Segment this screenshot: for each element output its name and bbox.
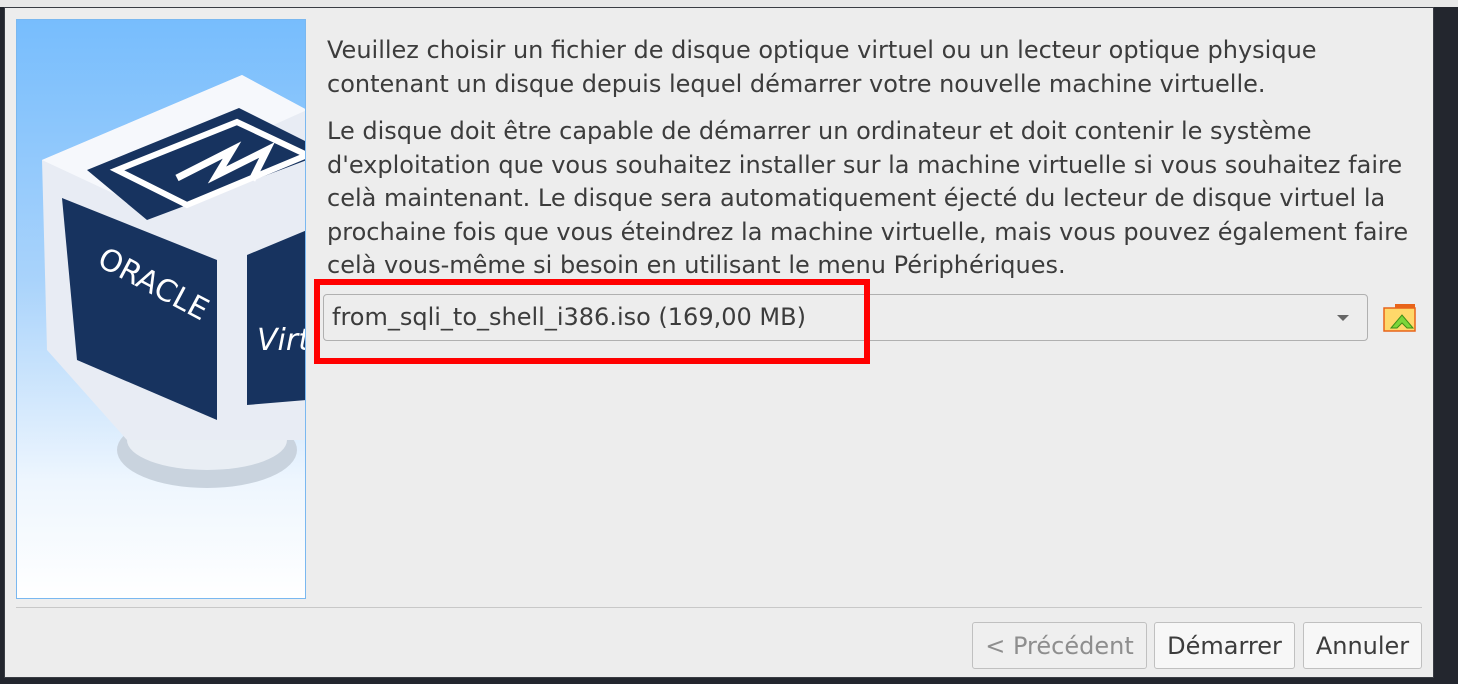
explanation-text: Le disque doit être capable de démarrer … — [327, 117, 1409, 279]
separator — [16, 607, 1422, 608]
virtualbox-logo-artwork: ORACLE Virtual — [16, 19, 306, 599]
choose-disk-file-button[interactable] — [1383, 302, 1417, 334]
chevron-down-icon — [1337, 315, 1349, 321]
red-highlight-annotation — [314, 279, 870, 364]
start-button[interactable]: Démarrer — [1154, 622, 1295, 669]
start-virtual-machine-dialog: ORACLE Virtual Veuillez choisir un fichi… — [4, 7, 1434, 678]
folder-open-icon — [1383, 304, 1416, 332]
virtualbox-product-text: Virtual — [257, 323, 306, 358]
instruction-text: Veuillez choisir un fichier de disque op… — [327, 36, 1317, 98]
background-window-strip — [0, 0, 1458, 7]
previous-button[interactable]: < Précédent — [972, 622, 1147, 669]
cancel-button[interactable]: Annuler — [1303, 622, 1422, 669]
virtualbox-cube-icon: ORACLE Virtual — [42, 75, 306, 488]
